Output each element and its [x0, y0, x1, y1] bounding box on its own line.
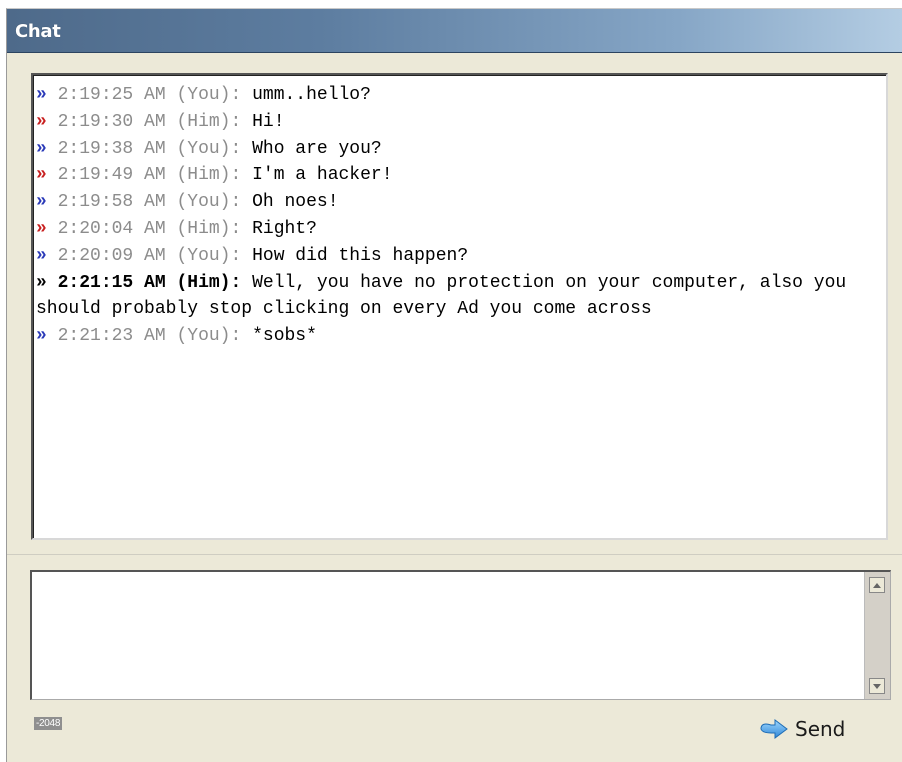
- message-text: *sobs*: [252, 326, 317, 347]
- title-bar: Chat: [7, 9, 902, 53]
- message-marker-icon: »: [36, 192, 47, 213]
- message-sender: (Him):: [176, 111, 242, 132]
- message-marker-icon: »: [36, 245, 47, 266]
- send-arrow-icon: [760, 719, 788, 739]
- send-button-label: Send: [795, 717, 846, 741]
- chat-message: » 2:21:23 AM (You): *sobs*: [36, 323, 886, 350]
- chat-log[interactable]: » 2:19:25 AM (You): umm..hello?» 2:19:30…: [31, 73, 888, 540]
- window-title: Chat: [15, 21, 61, 42]
- message-text: Oh noes!: [252, 192, 339, 213]
- message-marker-icon: »: [36, 218, 47, 239]
- message-meta: 2:19:38 AM (You):: [47, 138, 242, 159]
- chat-message: » 2:20:04 AM (Him): Right?: [36, 216, 886, 243]
- message-time: 2:20:04 AM: [57, 218, 166, 239]
- message-time: 2:19:49 AM: [57, 165, 166, 186]
- message-meta: 2:19:30 AM (Him):: [47, 111, 242, 132]
- message-marker-icon: »: [36, 111, 47, 132]
- input-scrollbar[interactable]: [864, 572, 890, 699]
- message-sender: (You):: [176, 192, 242, 213]
- message-marker-icon: »: [36, 165, 47, 186]
- message-meta: 2:20:09 AM (You):: [47, 245, 242, 266]
- message-time: 2:19:38 AM: [57, 138, 166, 159]
- message-meta: 2:20:04 AM (Him):: [47, 218, 242, 239]
- message-meta: 2:21:15 AM (Him):: [47, 272, 242, 293]
- chat-body: » 2:19:25 AM (You): umm..hello?» 2:19:30…: [7, 53, 902, 762]
- message-input-container: [30, 570, 891, 700]
- message-time: 2:20:09 AM: [57, 245, 166, 266]
- message-meta: 2:19:25 AM (You):: [47, 85, 242, 105]
- char-count-indicator: -2048: [34, 717, 63, 730]
- message-sender: (You):: [176, 245, 242, 266]
- arrow-down-icon: [873, 683, 881, 689]
- message-sender: (Him):: [176, 272, 242, 293]
- message-text: Who are you?: [252, 138, 382, 159]
- message-marker-icon: »: [36, 138, 47, 159]
- message-meta: 2:19:58 AM (You):: [47, 192, 242, 213]
- message-marker-icon: »: [36, 272, 47, 293]
- message-text: I'm a hacker!: [252, 165, 393, 186]
- message-time: 2:19:58 AM: [57, 192, 166, 213]
- section-divider: [7, 554, 902, 555]
- chat-message: » 2:19:49 AM (Him): I'm a hacker!: [36, 162, 886, 189]
- message-time: 2:21:15 AM: [57, 272, 166, 293]
- message-marker-icon: »: [36, 326, 47, 347]
- message-time: 2:21:23 AM: [57, 326, 166, 347]
- message-sender: (You):: [176, 326, 242, 347]
- chat-window: Chat » 2:19:25 AM (You): umm..hello?» 2:…: [6, 8, 902, 762]
- scroll-up-button[interactable]: [869, 577, 885, 593]
- message-input[interactable]: [32, 572, 862, 699]
- message-marker-icon: »: [36, 85, 47, 105]
- message-text: umm..hello?: [252, 85, 371, 105]
- scroll-down-button[interactable]: [869, 678, 885, 694]
- chat-message: » 2:19:38 AM (You): Who are you?: [36, 136, 886, 163]
- send-button[interactable]: Send: [759, 715, 845, 743]
- message-time: 2:19:25 AM: [57, 85, 166, 105]
- chat-message: » 2:21:15 AM (Him): Well, you have no pr…: [36, 270, 886, 324]
- chat-message: » 2:19:58 AM (You): Oh noes!: [36, 189, 886, 216]
- arrow-up-icon: [873, 582, 881, 588]
- message-text: How did this happen?: [252, 245, 469, 266]
- message-text: Right?: [252, 218, 317, 239]
- message-sender: (You):: [176, 85, 242, 105]
- chat-message: » 2:19:30 AM (Him): Hi!: [36, 109, 886, 136]
- message-sender: (Him):: [176, 218, 242, 239]
- chat-message: » 2:20:09 AM (You): How did this happen?: [36, 243, 886, 270]
- message-text: Hi!: [252, 111, 285, 132]
- message-sender: (You):: [176, 138, 242, 159]
- message-meta: 2:19:49 AM (Him):: [47, 165, 242, 186]
- message-time: 2:19:30 AM: [57, 111, 166, 132]
- message-sender: (Him):: [176, 165, 242, 186]
- chat-message: » 2:19:25 AM (You): umm..hello?: [36, 82, 886, 109]
- message-meta: 2:21:23 AM (You):: [47, 326, 242, 347]
